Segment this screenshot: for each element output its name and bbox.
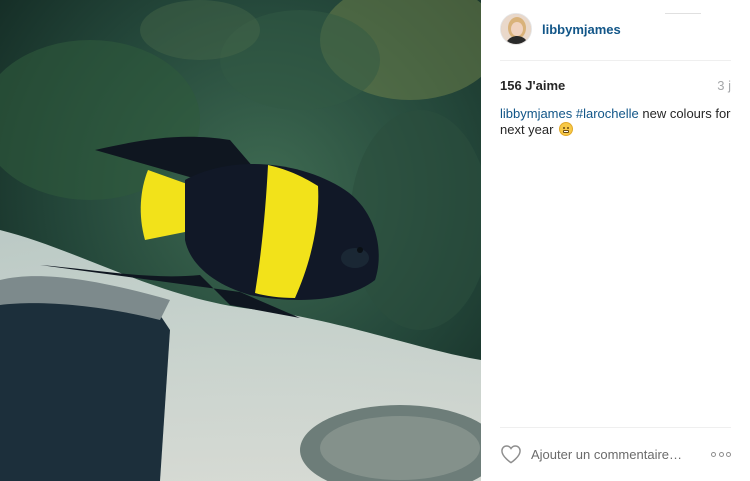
heart-icon[interactable] [500, 444, 522, 464]
more-dot-icon [718, 451, 724, 457]
avatar[interactable] [500, 13, 532, 45]
caption: libbymjames #larochelle new colours for … [500, 106, 731, 138]
comment-input[interactable] [531, 445, 691, 463]
hashtag-link[interactable]: #larochelle [576, 106, 639, 121]
avatar-image [501, 14, 531, 44]
post-footer [500, 427, 731, 481]
caption-username-link[interactable]: libbymjames [500, 106, 572, 121]
post-header: libbymjames [500, 13, 731, 61]
more-dot-icon [711, 451, 716, 457]
more-dot-icon [726, 451, 731, 457]
fish-photo-image [0, 0, 481, 481]
more-options-button[interactable] [711, 451, 731, 457]
likes-count[interactable]: 156 J'aime [500, 78, 565, 93]
post-photo[interactable] [0, 0, 481, 481]
header-divider [665, 13, 701, 14]
timestamp[interactable]: 3 j [717, 78, 731, 93]
grimacing-face-icon [559, 122, 574, 136]
likes-row: 156 J'aime 3 j [500, 76, 731, 94]
username-link[interactable]: libbymjames [542, 22, 621, 37]
post-sidebar: libbymjames 156 J'aime 3 j libbymjames #… [481, 0, 750, 481]
